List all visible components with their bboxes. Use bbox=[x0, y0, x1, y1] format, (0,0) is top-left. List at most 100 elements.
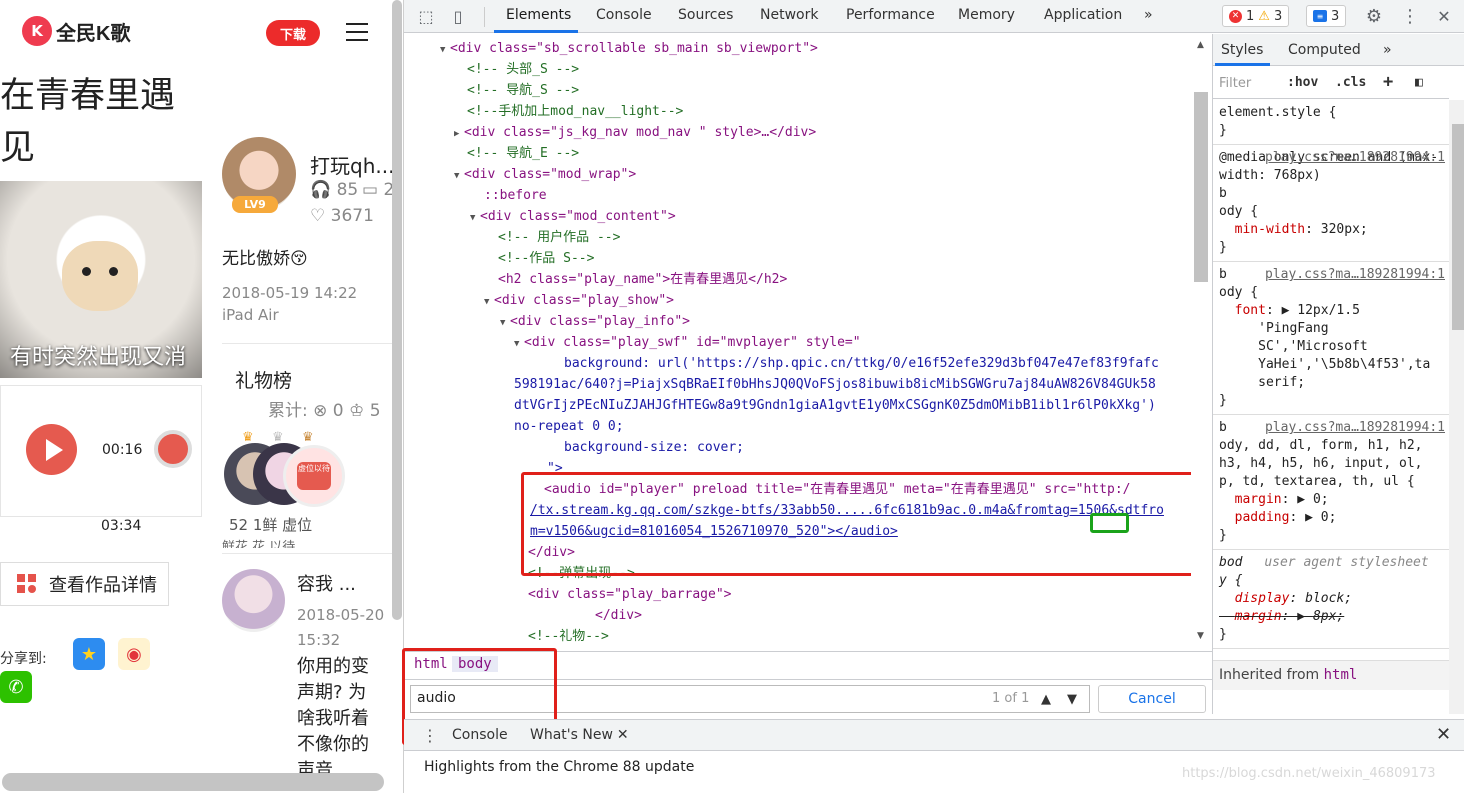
scroll-down-icon[interactable]: ▼ bbox=[1197, 631, 1204, 641]
dom-node[interactable]: ▼ <div class="play_swf" id="mvplayer" sty… bbox=[514, 332, 861, 355]
logo[interactable]: K 全民K歌 bbox=[22, 16, 130, 46]
weibo-share-icon[interactable]: ◉ bbox=[118, 638, 150, 670]
dom-scrollbar-thumb[interactable] bbox=[1194, 92, 1208, 282]
tab-network[interactable]: Network bbox=[760, 7, 818, 23]
tab-performance[interactable]: Performance bbox=[846, 7, 935, 23]
page-vertical-scrollbar[interactable] bbox=[392, 0, 402, 620]
dom-node[interactable]: </div> bbox=[595, 605, 642, 626]
dom-node[interactable]: ▼ <div class="play_show"> bbox=[484, 290, 674, 313]
styles-filter-input[interactable]: Filter bbox=[1219, 76, 1251, 91]
tab-console[interactable]: Console bbox=[596, 7, 652, 23]
page-horizontal-scrollbar[interactable] bbox=[2, 773, 384, 791]
search-prev-icon[interactable]: ▲ bbox=[1034, 685, 1058, 713]
more-tabs-icon[interactable]: » bbox=[1383, 42, 1392, 58]
dom-node[interactable]: <h2 class="play_name">在青春里遇见</h2> bbox=[498, 269, 787, 290]
drawer-tab-whats-new[interactable]: What's New ✕ bbox=[530, 727, 629, 743]
wechat-share-icon[interactable]: ✆ bbox=[0, 671, 32, 703]
cover-image: 有时突然出现又消 bbox=[0, 181, 202, 378]
tab-memory[interactable]: Memory bbox=[958, 7, 1015, 23]
styles-pane: Styles Computed » Filter :hov .cls + ◧ e… bbox=[1212, 34, 1464, 714]
play-button[interactable] bbox=[26, 424, 77, 475]
dom-comment[interactable]: <!--手机加上mod_nav__light--> bbox=[467, 101, 683, 122]
logo-text: 全民K歌 bbox=[56, 22, 131, 45]
styles-scrollbar-thumb[interactable] bbox=[1452, 124, 1464, 330]
dom-node[interactable]: ▼ <div class="sb_scrollable sb_main sb_vi… bbox=[440, 38, 818, 61]
lyric-caption: 有时突然出现又消 bbox=[10, 345, 187, 370]
dom-comment[interactable]: <!-- 头部_S --> bbox=[467, 59, 579, 80]
drawer-content: Highlights from the Chrome 88 update htt… bbox=[404, 752, 1464, 793]
drawer-tab-console[interactable]: Console bbox=[452, 727, 508, 743]
cancel-search-button[interactable]: Cancel bbox=[1098, 685, 1206, 713]
tab-elements[interactable]: Elements bbox=[506, 7, 571, 23]
search-next-icon[interactable]: ▼ bbox=[1060, 685, 1084, 713]
reset-rule[interactable]: b play.css?ma…189281994:1 ody, dd, dl, f… bbox=[1213, 415, 1449, 550]
more-tabs-icon[interactable]: » bbox=[1144, 7, 1153, 23]
class-toggle[interactable]: .cls bbox=[1335, 75, 1366, 90]
customize-kebab-icon[interactable]: ⋮ bbox=[1400, 6, 1420, 27]
close-tab-icon[interactable]: ✕ bbox=[617, 727, 629, 743]
style-attribute-text[interactable]: background-size: cover; bbox=[564, 437, 744, 458]
empty-slot-avatar bbox=[283, 445, 345, 507]
error-icon: ✕ bbox=[1229, 9, 1242, 23]
crown-icon: ♛ bbox=[302, 430, 314, 445]
record-button[interactable] bbox=[154, 430, 192, 468]
view-detail-label: 查看作品详情 bbox=[49, 575, 157, 596]
dom-node[interactable]: ▼ <div class="mod_content"> bbox=[470, 206, 676, 229]
tab-styles[interactable]: Styles bbox=[1221, 42, 1263, 58]
media-rule[interactable]: @media only screen and (max-width: 768px… bbox=[1213, 145, 1449, 262]
dom-comment[interactable]: <!--作品 S--> bbox=[498, 248, 594, 269]
user-description: 无比傲娇😚 bbox=[222, 249, 308, 269]
download-button[interactable]: 下载 bbox=[266, 20, 320, 46]
style-attribute-text[interactable]: 598191ac/640?j=PiajxSqBRaEIf0bHhsJQ0QVoF… bbox=[514, 374, 1156, 395]
user-name[interactable]: 打玩qh... bbox=[310, 150, 394, 179]
style-attribute-text[interactable]: no-repeat 0 0; bbox=[514, 416, 624, 437]
new-rule-icon[interactable]: + bbox=[1383, 72, 1393, 92]
device-toolbar-icon[interactable]: ▯ bbox=[448, 6, 468, 26]
hover-state-toggle[interactable]: :hov bbox=[1287, 75, 1318, 90]
hamburger-menu-icon[interactable] bbox=[346, 23, 368, 41]
pseudo-element[interactable]: ::before bbox=[484, 185, 547, 206]
detail-icon bbox=[17, 574, 37, 594]
dom-comment[interactable]: <!-- 用户作品 --> bbox=[498, 227, 620, 248]
settings-gear-icon[interactable]: ⚙ bbox=[1364, 6, 1384, 27]
divider bbox=[222, 343, 392, 344]
commenter-avatar[interactable] bbox=[222, 569, 285, 632]
tab-application[interactable]: Application bbox=[1044, 7, 1122, 23]
logo-icon: K bbox=[22, 16, 52, 46]
comment-count: ▭ 2 bbox=[362, 180, 395, 200]
drawer-menu-icon[interactable]: ⋮ bbox=[422, 726, 438, 745]
user-agent-rule[interactable]: bod user agent stylesheet y { display: b… bbox=[1213, 550, 1449, 649]
dog-illustration bbox=[62, 241, 138, 311]
inspect-element-icon[interactable]: ⬚ bbox=[416, 6, 436, 26]
search-match-count: 1 of 1 bbox=[992, 691, 1030, 706]
flower-count: ♡ 3671 bbox=[310, 206, 374, 226]
share-label: 分享到: bbox=[0, 651, 47, 667]
commenter-name[interactable]: 容我 ... bbox=[297, 570, 356, 596]
view-detail-button[interactable]: 查看作品详情 bbox=[0, 562, 169, 606]
scroll-up-icon[interactable]: ▲ bbox=[1197, 40, 1204, 50]
toggle-sidebar-icon[interactable]: ◧ bbox=[1415, 75, 1423, 90]
style-attribute-text[interactable]: dtVGrIjzPEcNIuZJAHJGfHTEGw8a9t9Gndn1giaA… bbox=[514, 395, 1156, 416]
gift-stat: 52 1鲜 虚位 bbox=[229, 516, 313, 534]
close-devtools-icon[interactable]: ✕ bbox=[1434, 6, 1454, 26]
dom-node[interactable]: ▼ <div class="mod_wrap"> bbox=[454, 164, 636, 187]
info-counter[interactable]: ≡ 3 bbox=[1306, 5, 1347, 27]
close-drawer-icon[interactable]: ✕ bbox=[1436, 724, 1451, 745]
dom-tree: ▼ <div class="sb_scrollable sb_main sb_vi… bbox=[404, 34, 1197, 648]
dom-comment[interactable]: <!-- 导航_E --> bbox=[467, 143, 579, 164]
tab-sources[interactable]: Sources bbox=[678, 7, 733, 23]
total-time: 03:34 bbox=[101, 518, 142, 534]
qzone-share-icon[interactable]: ★ bbox=[73, 638, 105, 670]
dom-node[interactable]: ▼ <div class="play_info"> bbox=[500, 311, 690, 334]
whats-new-message[interactable]: Highlights from the Chrome 88 update bbox=[424, 759, 694, 775]
body-font-rule[interactable]: b play.css?ma…189281994:1 ody { font: ▶ … bbox=[1213, 262, 1449, 415]
gift-total: 累计: ⊗ 0 ♔ 5 bbox=[268, 401, 381, 421]
dom-node[interactable]: <div class="play_barrage"> bbox=[528, 584, 732, 605]
dom-comment[interactable]: <!--礼物--> bbox=[528, 626, 609, 647]
element-style-rule[interactable]: element.style {} bbox=[1213, 100, 1449, 145]
dom-comment[interactable]: <!-- 导航_S --> bbox=[467, 80, 579, 101]
dom-node[interactable]: ▶ <div class="js_kg_nav mod_nav " style>…… bbox=[454, 122, 816, 145]
style-attribute-text[interactable]: background: url('https://shp.qpic.cn/ttk… bbox=[564, 353, 1159, 374]
issue-counter[interactable]: ✕ 1 ⚠ 3 bbox=[1222, 5, 1290, 27]
tab-computed[interactable]: Computed bbox=[1288, 42, 1361, 58]
